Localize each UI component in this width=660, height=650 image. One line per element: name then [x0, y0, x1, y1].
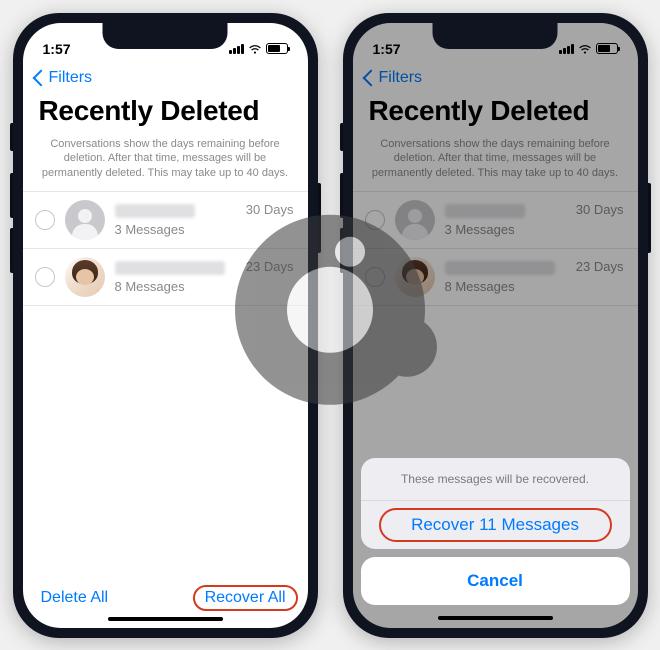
avatar	[65, 257, 105, 297]
notch	[103, 23, 228, 49]
page-title: Recently Deleted	[23, 91, 308, 133]
nav-bar: Filters	[23, 67, 308, 91]
sheet-message: These messages will be recovered.	[361, 458, 630, 501]
page-subtitle: Conversations show the days remaining be…	[23, 133, 308, 192]
home-indicator	[108, 617, 223, 621]
back-label: Filters	[49, 69, 93, 87]
status-indicators	[229, 42, 288, 56]
phone-left: 1:57 Filters Recently Deleted Conversati…	[13, 13, 318, 638]
clock: 1:57	[43, 41, 71, 57]
message-count: 3 Messages	[115, 222, 236, 237]
conversation-row[interactable]: 3 Messages 30 Days	[23, 192, 308, 249]
select-circle[interactable]	[35, 210, 55, 230]
home-indicator	[438, 616, 553, 620]
back-button[interactable]: Filters	[35, 69, 93, 87]
delete-all-button[interactable]: Delete All	[41, 589, 109, 607]
recover-messages-label: Recover 11 Messages	[411, 515, 579, 534]
contact-name-redacted	[115, 204, 195, 218]
battery-icon	[266, 43, 288, 54]
screen: 1:57 Filters Recently Deleted Conversati…	[23, 23, 308, 628]
message-count: 8 Messages	[115, 279, 236, 294]
bottom-toolbar: Delete All Recover All	[23, 575, 308, 617]
sheet-card: These messages will be recovered. Recove…	[361, 458, 630, 549]
chevron-left-icon	[32, 69, 49, 86]
action-sheet: These messages will be recovered. Recove…	[361, 458, 630, 620]
select-circle[interactable]	[35, 267, 55, 287]
cancel-button[interactable]: Cancel	[361, 557, 630, 605]
contact-name-redacted	[115, 261, 225, 275]
recover-messages-button[interactable]: Recover 11 Messages	[361, 501, 630, 549]
conversation-list: 3 Messages 30 Days 8 Messages 23 Days	[23, 191, 308, 306]
avatar	[65, 200, 105, 240]
conversation-row[interactable]: 8 Messages 23 Days	[23, 249, 308, 306]
days-remaining: 23 Days	[246, 259, 294, 274]
phone-right: 1:57 Filters Recently Deleted Conversati…	[343, 13, 648, 638]
recover-all-button[interactable]: Recover All	[193, 585, 298, 611]
cellular-icon	[229, 44, 244, 54]
wifi-icon	[248, 42, 262, 56]
screen: 1:57 Filters Recently Deleted Conversati…	[353, 23, 638, 628]
days-remaining: 30 Days	[246, 202, 294, 217]
notch	[433, 23, 558, 49]
